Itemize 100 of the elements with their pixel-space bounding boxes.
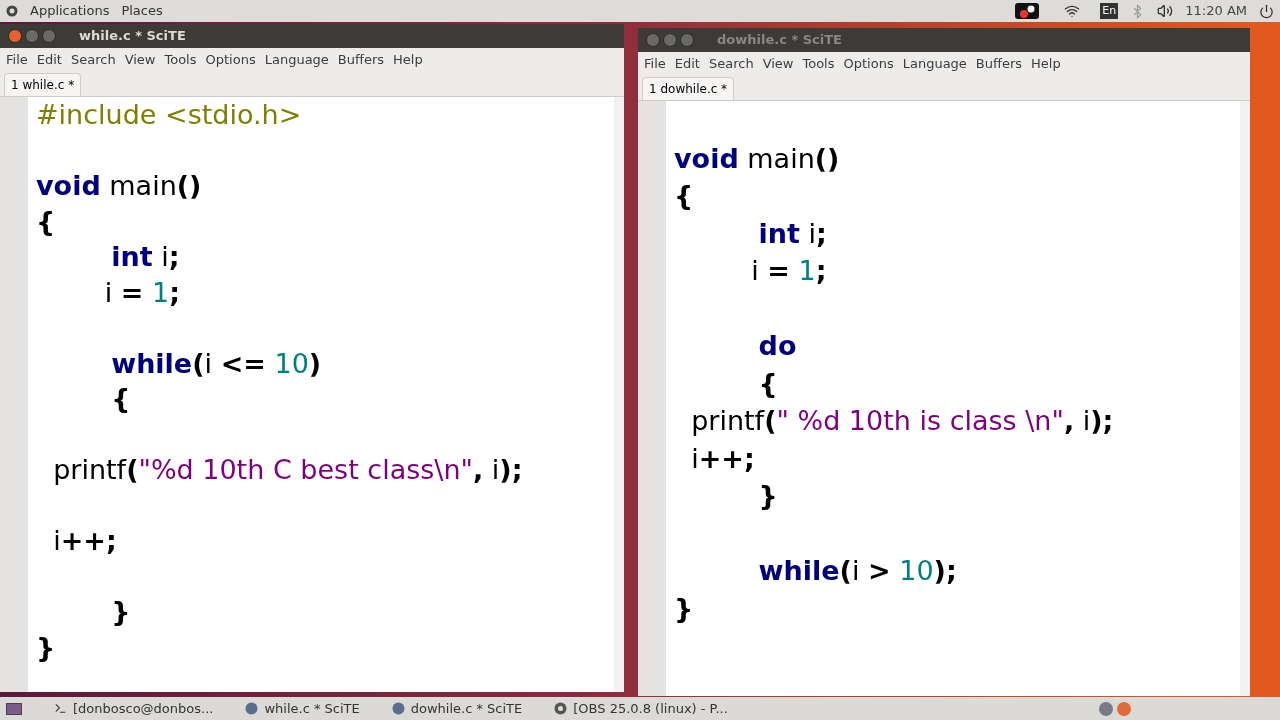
minimize-button[interactable] — [663, 33, 677, 47]
logo-icon — [6, 5, 18, 17]
recorder-icon[interactable] — [1014, 2, 1041, 20]
maximize-button[interactable] — [42, 29, 56, 43]
code-token: i — [690, 441, 699, 476]
code-token: <= — [220, 346, 266, 381]
menu-item[interactable]: Edit — [674, 54, 700, 74]
code-token: main — [108, 169, 177, 203]
panel-menu[interactable]: Places — [121, 1, 163, 21]
menu-item[interactable]: Options — [205, 50, 256, 70]
code-token: ) — [308, 346, 322, 381]
code-token: ( — [126, 453, 139, 487]
close-button[interactable] — [646, 33, 660, 47]
menu-item[interactable]: File — [644, 54, 666, 74]
close-button[interactable] — [8, 29, 22, 43]
code-token: = — [120, 275, 144, 310]
panel-menu[interactable]: Applications — [30, 1, 110, 21]
code-token: printf — [690, 404, 765, 438]
taskbar-item[interactable]: while.c * SciTE — [245, 698, 360, 719]
window-title: while.c * SciTE — [79, 27, 186, 46]
code-token: do — [757, 329, 797, 363]
menu-item[interactable]: Tools — [802, 54, 835, 74]
code-token: { — [757, 366, 778, 401]
code-token: i — [807, 216, 817, 251]
scrollbar[interactable] — [614, 97, 624, 692]
code-token: main — [746, 141, 815, 176]
file-tab[interactable]: 1 while.c * — [4, 73, 82, 96]
menu-item[interactable]: Help — [1031, 54, 1061, 74]
code-token: > — [868, 554, 891, 588]
code-token: ; — [169, 275, 180, 310]
maximize-button[interactable] — [680, 33, 694, 47]
clock[interactable]: 11:20 AM — [1185, 1, 1247, 21]
code-token: () — [814, 141, 840, 176]
code-token: } — [674, 591, 694, 626]
code-token: i — [160, 240, 169, 274]
code-token: i — [204, 346, 214, 381]
menu-item[interactable]: Tools — [164, 50, 197, 70]
code-token: while — [757, 554, 840, 588]
code-token: } — [757, 479, 778, 513]
code-token: "%d 10th C best class\n" — [138, 453, 473, 487]
code-token: i — [750, 254, 760, 288]
code-token: ); — [499, 453, 523, 487]
code-token: int — [110, 240, 153, 274]
code-token: printf — [52, 453, 127, 487]
code-token: , — [1063, 404, 1075, 438]
menu-item[interactable]: Buffers — [975, 54, 1023, 74]
recorder-icon — [554, 702, 568, 715]
window-title: dowhile.c * SciTE — [717, 31, 842, 50]
code-token: ++; — [60, 524, 117, 558]
menu-item[interactable]: Options — [843, 54, 894, 74]
menu-item[interactable]: File — [6, 50, 28, 70]
code-token: ( — [764, 404, 777, 438]
code-token: { — [110, 382, 131, 416]
wifi-icon[interactable] — [1064, 3, 1081, 19]
code-token: 10 — [898, 554, 934, 588]
code-token: while — [110, 346, 193, 381]
code-token: void — [36, 169, 101, 203]
workspace-icon[interactable] — [1098, 700, 1114, 717]
taskbar-item[interactable]: dowhile.c * SciTE — [391, 698, 523, 719]
code-token: ); — [933, 554, 957, 588]
code-token: #include <stdio.h> — [36, 98, 302, 132]
code-token: , — [473, 453, 484, 487]
editor-icon — [391, 702, 405, 715]
code-token: i — [103, 275, 114, 310]
minimize-button[interactable] — [25, 29, 39, 43]
code-token: = — [767, 254, 790, 288]
code-token: i — [490, 453, 500, 487]
code-token: ; — [168, 240, 180, 274]
power-icon[interactable] — [1259, 3, 1274, 19]
code-token: ; — [815, 254, 827, 288]
menu-item[interactable]: Language — [902, 54, 967, 74]
menu-item[interactable]: Search — [708, 54, 754, 74]
code-token: ++; — [698, 441, 755, 476]
menu-item[interactable]: Help — [393, 50, 423, 70]
code-token: } — [36, 630, 56, 665]
menu-item[interactable]: View — [762, 54, 794, 74]
keyboard-layout[interactable]: En — [1100, 2, 1119, 20]
terminal-icon — [54, 702, 67, 715]
menu-item[interactable]: Language — [264, 50, 329, 70]
code-token: ( — [839, 554, 852, 588]
code-token: 1 — [797, 254, 816, 288]
taskbar-item[interactable]: [donbosco@donbos... — [54, 698, 214, 719]
code-token: 10 — [273, 346, 309, 381]
code-token: int — [757, 216, 800, 251]
volume-icon[interactable] — [1157, 3, 1174, 19]
desktop-icon[interactable] — [6, 702, 22, 715]
scrollbar[interactable] — [1240, 101, 1250, 696]
code-token: { — [674, 179, 694, 213]
file-tab[interactable]: 1 dowhile.c * — [642, 77, 735, 100]
code-token: 1 — [150, 275, 170, 310]
workspace-icon[interactable] — [1116, 700, 1132, 717]
code-token: } — [110, 595, 131, 629]
code-token: void — [674, 141, 739, 176]
editor-icon — [245, 702, 259, 715]
code-token: ; — [816, 216, 827, 251]
menu-item[interactable]: Edit — [36, 50, 62, 70]
taskbar-item[interactable]: [OBS 25.0.8 (linux) - P... — [554, 698, 728, 719]
menu-item[interactable]: Buffers — [337, 50, 385, 70]
menu-item[interactable]: Search — [70, 50, 116, 70]
menu-item[interactable]: View — [124, 50, 156, 70]
